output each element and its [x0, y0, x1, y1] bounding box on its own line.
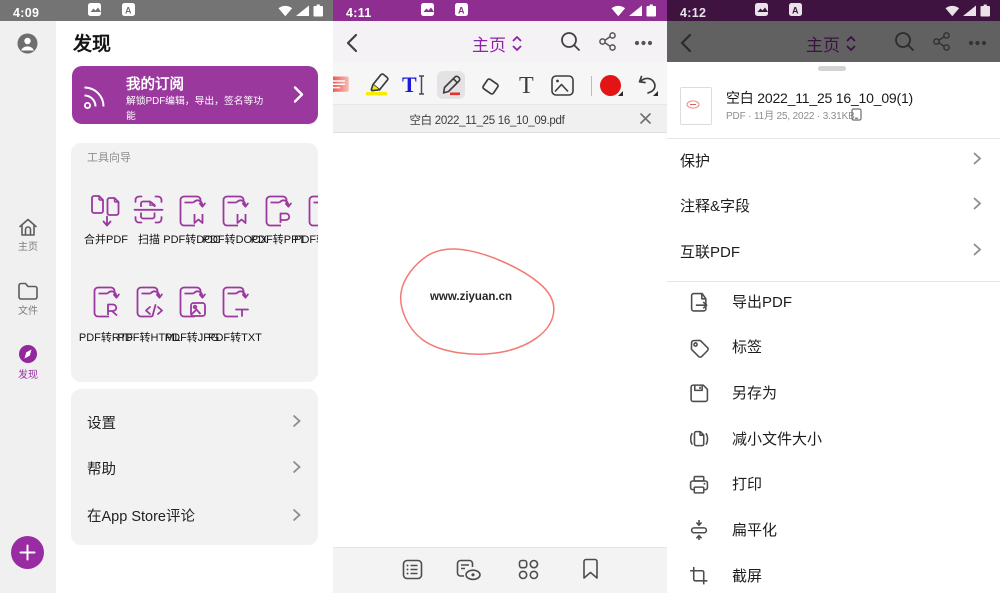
svg-text:T: T	[402, 74, 417, 96]
svg-text:A: A	[458, 6, 465, 16]
svg-text:T: T	[519, 73, 534, 96]
svg-text:A: A	[792, 6, 799, 16]
svg-text:A: A	[125, 6, 132, 16]
